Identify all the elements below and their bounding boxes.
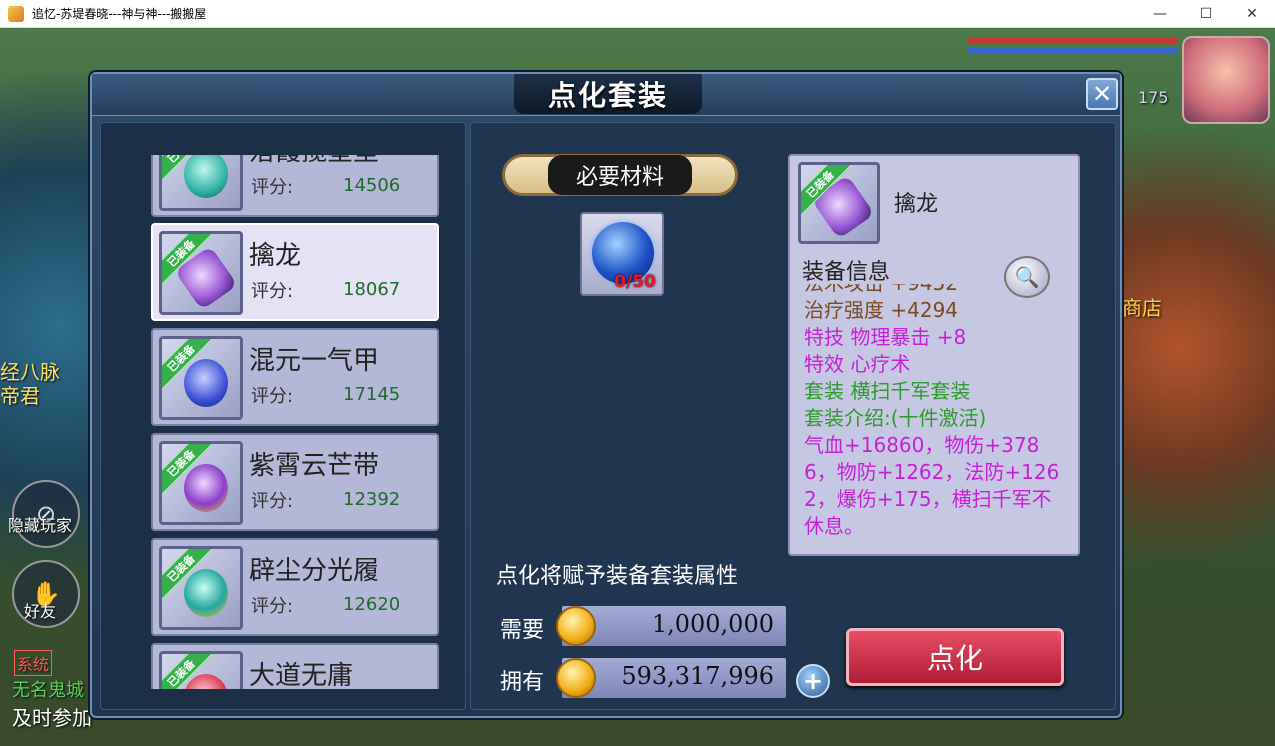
- info-line: 套装介绍:(十件激活): [804, 406, 987, 430]
- equipment-name: 擒龙: [249, 241, 302, 271]
- mp-bar: [968, 48, 1178, 54]
- chat-line-2: 及时参加: [12, 706, 92, 730]
- info-thumb: 已装备: [798, 162, 880, 244]
- equipment-name: 混元一气甲: [249, 346, 380, 376]
- score-label: 评分:: [251, 491, 294, 512]
- score-value: 14506: [343, 175, 401, 196]
- hide-players-label[interactable]: 隐藏玩家: [8, 512, 72, 536]
- equipment-name: 大道无庸: [249, 661, 354, 689]
- enhance-description: 点化将赋予装备套装属性: [496, 564, 739, 589]
- equipment-item[interactable]: 已装备 混元一气甲 评分: 17145: [151, 328, 439, 426]
- enhance-button[interactable]: 点化: [846, 628, 1064, 686]
- equipment-item[interactable]: 已装备 大道无庸: [151, 643, 439, 689]
- score-label: 评分:: [251, 386, 294, 407]
- equipment-thumb: 已装备: [159, 336, 243, 420]
- dialog-title: 点化套装: [547, 79, 668, 112]
- coin-icon: [556, 606, 596, 646]
- info-line: 气血+16860，物伤+3786，物防+1262，法防+1262，爆伤+175，…: [804, 433, 1060, 538]
- equipment-info-panel: 已装备 擒龙 装备信息 🔍 法术攻击 +9452 治疗强度 +4294 特技 物…: [788, 154, 1080, 556]
- friends-label[interactable]: 好友: [24, 598, 56, 622]
- have-label: 拥有: [500, 670, 545, 695]
- close-dialog-button[interactable]: ✕: [1086, 78, 1118, 110]
- hud-label-2: 帝君: [0, 384, 40, 408]
- coin-icon: [556, 658, 596, 698]
- info-line: 特效 心疗术: [804, 352, 911, 376]
- player-avatar[interactable]: [1182, 36, 1270, 124]
- equipment-thumb: 已装备: [159, 546, 243, 630]
- need-label: 需要: [500, 618, 545, 643]
- shop-label[interactable]: 商店: [1122, 292, 1162, 321]
- status-bars: [968, 34, 1178, 74]
- pendant-icon: [184, 155, 228, 198]
- close-window-button[interactable]: ✕: [1229, 0, 1275, 28]
- minimize-button[interactable]: —: [1137, 0, 1183, 28]
- equipment-item[interactable]: 已装备 辟尘分光履 评分: 12620: [151, 538, 439, 636]
- score-label: 评分:: [251, 596, 294, 617]
- material-slot[interactable]: 0/50: [580, 212, 664, 296]
- info-equipment-name: 擒龙: [894, 192, 939, 217]
- need-value: 1,000,000: [651, 610, 774, 638]
- equipment-thumb: 已装备: [159, 441, 243, 525]
- equipment-item[interactable]: 已装备 落霞揽星坠 评分: 14506: [151, 155, 439, 217]
- score-label: 评分:: [251, 177, 294, 198]
- app-icon: [8, 5, 24, 22]
- score-value: 18067: [343, 279, 401, 300]
- need-field: 1,000,000: [556, 606, 786, 646]
- score-value: 17145: [343, 384, 401, 405]
- window-controls: — ☐ ✕: [1137, 0, 1275, 28]
- add-currency-button[interactable]: +: [796, 664, 830, 698]
- equipment-name: 紫霄云芒带: [249, 451, 380, 481]
- info-line: 法术攻击 +9452: [804, 284, 1066, 297]
- info-lines[interactable]: 法术攻击 +9452 治疗强度 +4294 特技 物理暴击 +8 特效 心疗术 …: [804, 284, 1066, 552]
- score-label: 评分:: [251, 281, 294, 302]
- enhance-suit-dialog: 点化套装 ✕ 已装备 落霞揽星坠 评分: 14506 已装备 擒龙: [90, 72, 1122, 718]
- level-number: 175: [1138, 88, 1169, 107]
- equipment-list-panel: 已装备 落霞揽星坠 评分: 14506 已装备 擒龙 评分: 18067: [100, 122, 466, 710]
- hp-bar: [968, 38, 1178, 44]
- info-line: 特技 物理暴击 +8: [804, 325, 967, 349]
- info-heading: 装备信息: [802, 260, 891, 285]
- boots-icon: [184, 569, 228, 617]
- equipment-name: 辟尘分光履: [249, 556, 380, 586]
- score-value: 12392: [343, 489, 401, 510]
- equipment-thumb: 已装备: [159, 651, 243, 689]
- dialog-title-plate: 点化套装: [514, 74, 702, 114]
- system-tag: 系统: [14, 650, 53, 676]
- have-value: 593,317,996: [621, 662, 774, 690]
- materials-title: 必要材料: [547, 155, 692, 195]
- equipment-name: 落霞揽星坠: [249, 155, 379, 168]
- score-value: 12620: [343, 594, 401, 615]
- chat-line-1: 无名鬼城: [12, 680, 84, 701]
- maximize-button[interactable]: ☐: [1183, 0, 1229, 28]
- equipment-item[interactable]: 已装备 紫霄云芒带 评分: 12392: [151, 433, 439, 531]
- equipment-thumb: 已装备: [159, 155, 243, 211]
- info-line: 治疗强度 +4294: [804, 298, 959, 322]
- info-line: 套装 横扫千军套装: [804, 379, 971, 403]
- material-count: 0/50: [614, 272, 656, 292]
- armor-icon: [184, 359, 228, 407]
- belt-icon: [184, 464, 228, 512]
- equipment-thumb: 已装备: [159, 231, 243, 315]
- window-titlebar: 追忆-苏堤春晓---神与神---搬搬屋 — ☐ ✕: [0, 0, 1275, 28]
- materials-banner: 必要材料: [502, 154, 738, 196]
- equipment-list[interactable]: 已装备 落霞揽星坠 评分: 14506 已装备 擒龙 评分: 18067: [141, 155, 441, 689]
- window-title: 追忆-苏堤春晓---神与神---搬搬屋: [32, 7, 207, 21]
- equipment-item-selected[interactable]: 已装备 擒龙 评分: 18067: [151, 223, 439, 321]
- have-field: 593,317,996: [556, 658, 786, 698]
